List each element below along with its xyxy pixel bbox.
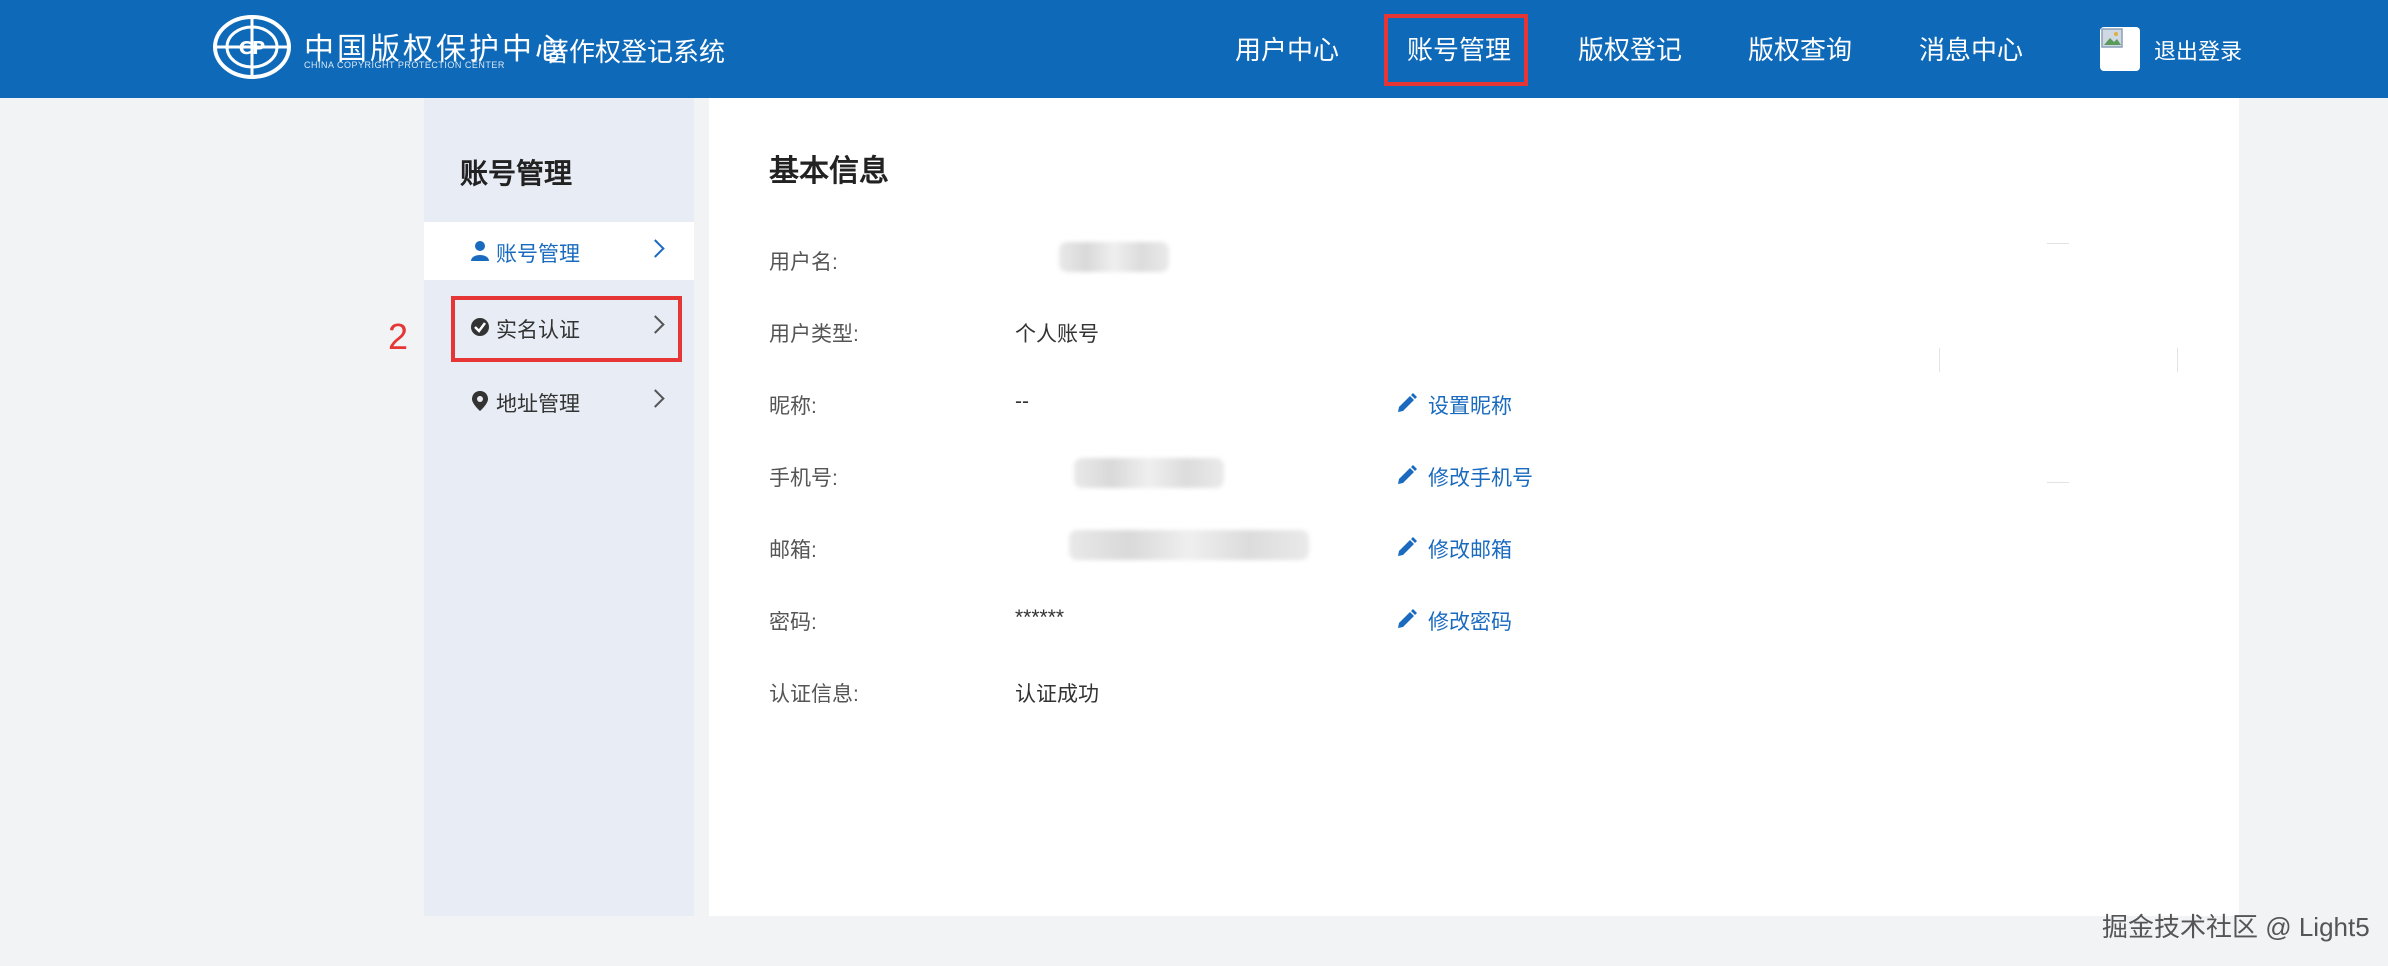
info-row-password: 密码: ****** 修改密码 (769, 598, 2169, 638)
annotation-highlight-nav (1384, 14, 1528, 86)
nav-message-center[interactable]: 消息中心 (1919, 30, 2023, 67)
copyright-center-logo-icon: CP (213, 15, 291, 79)
divider (2177, 348, 2178, 372)
divider (2047, 243, 2069, 244)
field-label: 用户类型: (769, 323, 859, 346)
nav-copyright-registration[interactable]: 版权登记 (1578, 30, 1682, 67)
chevron-right-icon (646, 389, 665, 408)
action-label: 修改邮箱 (1428, 539, 1512, 562)
main-panel: 基本信息 用户名: 用户类型: 个人账号 昵称: -- 设置昵称 手机号: 修改 (709, 98, 2239, 916)
divider (1939, 348, 1940, 372)
info-row-username: 用户名: (769, 238, 2169, 278)
field-label: 认证信息: (769, 683, 859, 706)
watermark: 掘金技术社区 @ Light5 (2102, 912, 2370, 942)
system-title: 著作权登记系统 (543, 37, 726, 67)
divider (2047, 482, 2069, 483)
annotation-number-2: 2 (388, 316, 409, 357)
nav-copyright-query[interactable]: 版权查询 (1748, 30, 1852, 67)
info-row-user-type: 用户类型: 个人账号 (769, 310, 2169, 350)
pencil-icon (1398, 537, 1417, 556)
field-label: 昵称: (769, 395, 817, 418)
sidebar-item-label: 账号管理 (496, 243, 580, 266)
sidebar-item-label: 地址管理 (496, 393, 580, 416)
field-label: 邮箱: (769, 539, 817, 562)
logout-link[interactable]: 退出登录 (2154, 34, 2242, 66)
svg-text:CP: CP (239, 38, 265, 59)
info-row-email: 邮箱: 修改邮箱 (769, 526, 2169, 566)
page-title: 基本信息 (769, 155, 889, 188)
action-label: 修改密码 (1428, 611, 1512, 634)
sidebar-title: 账号管理 (460, 158, 573, 189)
logo-english-name: CHINA COPYRIGHT PROTECTION CENTER (304, 60, 505, 70)
annotation-highlight-sidebar (451, 296, 682, 362)
sidebar-item-address-management[interactable]: 地址管理 (424, 372, 694, 430)
info-row-phone: 手机号: 修改手机号 (769, 454, 2169, 494)
redacted-value (1074, 458, 1224, 488)
redacted-value (1069, 530, 1309, 560)
user-icon (471, 241, 489, 261)
avatar-broken-image-icon (2101, 28, 2123, 48)
avatar[interactable] (2100, 27, 2140, 71)
top-nav-bar: CP 中国版权保护中心 CHINA COPYRIGHT PROTECTION C… (0, 0, 2388, 98)
field-value: 个人账号 (1015, 323, 1099, 346)
action-label: 设置昵称 (1428, 395, 1512, 418)
info-row-nickname: 昵称: -- 设置昵称 (769, 382, 2169, 422)
field-label: 密码: (769, 611, 817, 634)
field-value: ****** (1015, 606, 1065, 629)
field-value: -- (1015, 390, 1029, 413)
field-label: 用户名: (769, 251, 838, 274)
pencil-icon (1398, 465, 1417, 484)
field-label: 手机号: (769, 467, 838, 490)
pencil-icon (1398, 393, 1417, 412)
action-label: 修改手机号 (1428, 467, 1533, 490)
sidebar-item-account-management[interactable]: 账号管理 (424, 222, 694, 280)
nav-user-center[interactable]: 用户中心 (1235, 30, 1339, 67)
field-value: 认证成功 (1015, 683, 1099, 706)
info-row-verification: 认证信息: 认证成功 (769, 670, 2169, 710)
chevron-right-icon (646, 239, 665, 258)
sidebar: 账号管理 账号管理 实名认证 地址管理 (424, 98, 694, 916)
pencil-icon (1398, 609, 1417, 628)
location-pin-icon (472, 391, 488, 411)
redacted-value (1059, 242, 1169, 272)
